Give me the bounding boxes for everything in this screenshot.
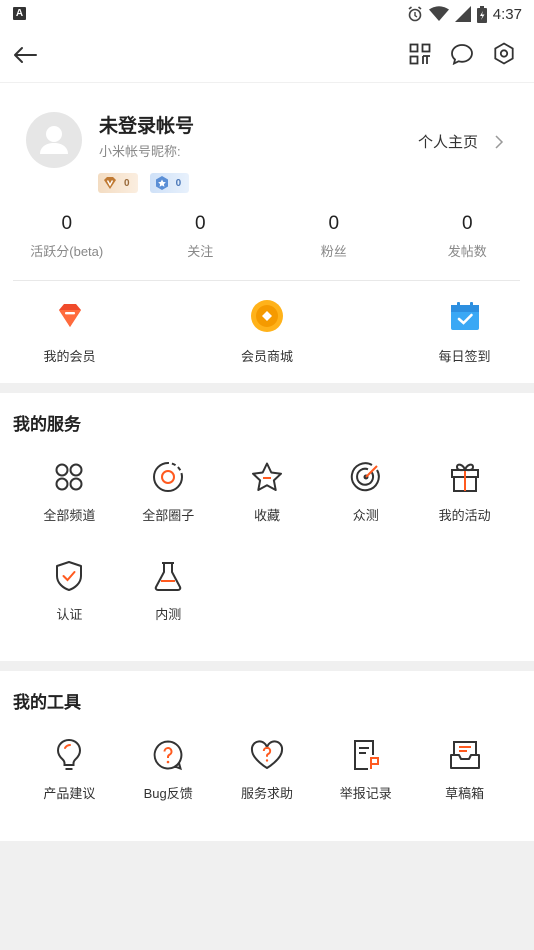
status-bar: A 4:37 (0, 0, 534, 28)
medal-badge[interactable]: 0 (149, 173, 190, 193)
stat-following[interactable]: 0 关注 (134, 213, 268, 260)
service-label: 认证 (56, 607, 83, 622)
heart-question-icon (250, 740, 283, 769)
circle-target-icon (153, 462, 184, 492)
back-button[interactable] (10, 40, 40, 70)
app-indicator-icon: A (13, 7, 26, 20)
tools-section: 我的工具 产品建议 Bug反馈 服务求助 举报记录 草稿箱 (0, 671, 534, 841)
inbox-icon (449, 741, 480, 769)
divider (13, 280, 520, 281)
service-beta-test[interactable]: 内测 (119, 558, 218, 657)
stats-row: 0 活跃分(beta) 0 关注 0 粉丝 0 发帖数 (0, 213, 534, 260)
service-label: 收藏 (253, 508, 280, 523)
stat-label: 发帖数 (447, 244, 487, 259)
report-flag-icon (353, 740, 379, 770)
service-crowd-test[interactable]: 众测 (316, 459, 415, 558)
quick-link-shop[interactable]: 会员商城 (220, 298, 315, 365)
stat-followers[interactable]: 0 粉丝 (267, 213, 401, 260)
homepage-link[interactable]: 个人主页 (418, 131, 504, 152)
tool-label: 草稿箱 (445, 786, 485, 801)
profile-card: 未登录帐号 小米帐号昵称: 0 0 个人主页 0 活跃分(beta) 0 关注 … (0, 83, 534, 383)
service-label: 众测 (352, 508, 379, 523)
service-label: 全部频道 (43, 508, 96, 523)
arrow-left-icon (14, 47, 37, 63)
top-bar (0, 28, 534, 82)
nickname-label: 小米帐号昵称: (99, 144, 181, 159)
stat-label: 关注 (187, 244, 214, 259)
chat-bubble-icon (451, 44, 473, 65)
quick-link-label: 会员商城 (240, 349, 293, 364)
username[interactable]: 未登录帐号 (99, 111, 194, 138)
calendar-check-icon (450, 302, 479, 330)
homepage-label: 个人主页 (417, 134, 478, 151)
tool-service-help[interactable]: 服务求助 (218, 737, 317, 836)
section-title: 我的工具 (13, 693, 81, 712)
service-all-circles[interactable]: 全部圈子 (119, 459, 218, 558)
coin-shop-icon (251, 300, 283, 332)
v-gem-icon (104, 177, 116, 189)
stat-posts[interactable]: 0 发帖数 (401, 213, 534, 260)
vip-gem-icon (58, 304, 81, 327)
quick-links: 我的会员 会员商城 每日签到 (0, 298, 534, 365)
tool-label: Bug反馈 (143, 786, 193, 801)
avatar[interactable] (26, 112, 82, 168)
level-badge-value: 0 (124, 177, 130, 189)
qr-code-button[interactable] (408, 40, 432, 68)
quick-link-checkin[interactable]: 每日签到 (417, 298, 512, 365)
flask-icon (154, 562, 182, 591)
quick-link-label: 我的会员 (43, 349, 96, 364)
qr-code-icon (409, 43, 431, 65)
stat-value: 0 (61, 213, 73, 234)
tool-drafts[interactable]: 草稿箱 (415, 737, 514, 836)
service-verification[interactable]: 认证 (20, 558, 119, 657)
settings-button[interactable] (492, 40, 516, 68)
stat-value: 0 (461, 213, 473, 234)
star-icon (251, 462, 282, 491)
tool-label: 服务求助 (240, 786, 293, 801)
quick-link-membership[interactable]: 我的会员 (22, 298, 117, 365)
medal-hexagon-icon (155, 176, 168, 190)
chevron-right-icon (495, 134, 504, 149)
service-my-activities[interactable]: 我的活动 (415, 459, 514, 558)
services-section: 我的服务 全部频道 全部圈子 收藏 众测 我的活动 认证 内测 (0, 393, 534, 661)
stat-label: 活跃分(beta) (30, 244, 104, 259)
stat-label: 粉丝 (320, 244, 347, 259)
tool-product-suggestion[interactable]: 产品建议 (20, 737, 119, 836)
tool-label: 举报记录 (339, 786, 392, 801)
service-label: 内测 (155, 607, 182, 622)
four-circles-icon (55, 463, 83, 491)
messages-button[interactable] (450, 40, 474, 68)
service-all-channels[interactable]: 全部频道 (20, 459, 119, 558)
tool-bug-report[interactable]: Bug反馈 (119, 737, 218, 836)
cell-signal-icon (454, 6, 471, 22)
stat-value: 0 (194, 213, 206, 234)
battery-icon (476, 5, 487, 23)
alarm-icon (408, 6, 422, 22)
service-label: 全部圈子 (142, 508, 195, 523)
hexagon-settings-icon (494, 42, 514, 65)
level-badge[interactable]: 0 (98, 173, 138, 193)
medal-badge-value: 0 (175, 177, 182, 189)
tool-report-records[interactable]: 举报记录 (316, 737, 415, 836)
stat-activity[interactable]: 0 活跃分(beta) (0, 213, 134, 260)
clock: 4:37 (492, 5, 522, 23)
service-favorites[interactable]: 收藏 (218, 459, 317, 558)
question-bubble-icon (153, 740, 183, 771)
stat-value: 0 (328, 213, 340, 234)
radar-icon (350, 462, 380, 492)
tool-label: 产品建议 (43, 786, 96, 801)
gift-icon (450, 463, 479, 492)
service-label: 我的活动 (438, 508, 491, 523)
section-title: 我的服务 (13, 415, 81, 434)
lightbulb-icon (57, 738, 82, 770)
quick-link-label: 每日签到 (438, 349, 491, 364)
default-user-icon (40, 126, 68, 154)
shield-check-icon (56, 561, 83, 591)
wifi-icon (428, 6, 449, 21)
